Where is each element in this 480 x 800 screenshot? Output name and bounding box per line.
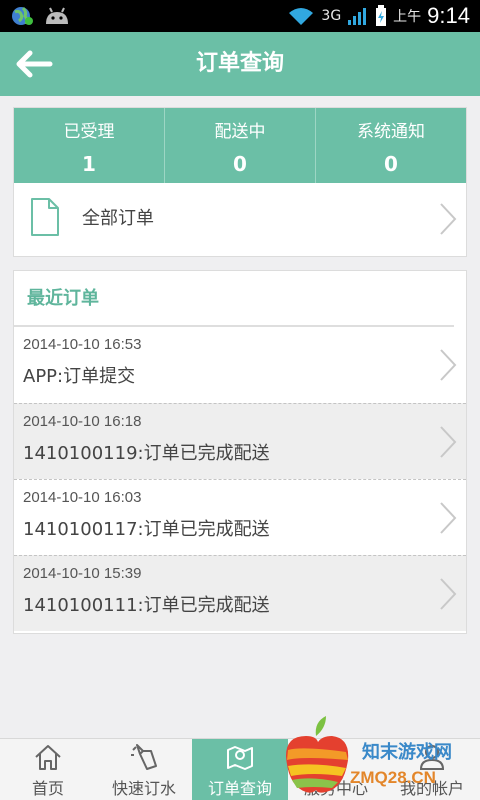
stat-accepted[interactable]: 已受理 1 [14, 108, 165, 183]
order-time: 2014-10-10 16:53 [23, 336, 142, 353]
stat-label: 系统通知 [357, 122, 425, 142]
order-item[interactable]: 2014-10-10 16:03 1410100117:订单已完成配送 [14, 479, 466, 555]
watermark-brand: 知末游戏网 [362, 742, 452, 763]
stat-label: 已受理 [63, 122, 115, 142]
nav-label: 首页 [31, 779, 64, 798]
nav-quick-order[interactable]: 快速订水 [96, 739, 192, 800]
chevron-right-icon [440, 426, 457, 458]
order-summary-card: 已受理 1 配送中 0 系统通知 0 全部订单 [13, 107, 467, 257]
stat-count: 0 [233, 152, 247, 176]
recent-orders-card: 最近订单 2014-10-10 16:53 APP:订单提交 2014-10-1… [13, 270, 467, 634]
home-icon [35, 745, 61, 770]
all-orders-label: 全部订单 [82, 208, 154, 229]
order-time: 2014-10-10 15:39 [23, 565, 142, 582]
status-bar: 3G 上午 9:14 [0, 0, 480, 32]
wifi-icon [289, 8, 314, 25]
clock: 9:14 [427, 3, 470, 28]
nav-home[interactable]: 首页 [0, 739, 96, 800]
order-time: 2014-10-10 16:18 [23, 413, 142, 430]
order-description: 1410100111:订单已完成配送 [23, 595, 270, 616]
network-type-label: 3G [321, 8, 342, 24]
stat-delivering[interactable]: 配送中 0 [165, 108, 316, 183]
order-description: 1410100117:订单已完成配送 [23, 519, 270, 540]
water-bottle-icon [131, 744, 157, 770]
nav-label: 快速订水 [111, 779, 176, 798]
chevron-right-icon [440, 203, 457, 235]
stat-system-notice[interactable]: 系统通知 0 [316, 108, 466, 183]
stat-count: 1 [82, 152, 96, 176]
watermark-domain: ZMQ28.CN [350, 768, 436, 787]
map-pin-icon [227, 746, 253, 770]
android-icon [46, 7, 68, 24]
globe-icon [12, 6, 33, 25]
order-description: 1410100119:订单已完成配送 [23, 443, 270, 464]
signal-icon [348, 8, 367, 25]
recent-orders-title: 最近订单 [14, 271, 454, 327]
order-item[interactable]: 2014-10-10 16:53 APP:订单提交 [14, 327, 466, 403]
chevron-right-icon [440, 349, 457, 381]
nav-label: 订单查询 [207, 779, 272, 798]
time-period-label: 上午 [393, 9, 422, 25]
order-item[interactable]: 2014-10-10 16:18 1410100119:订单已完成配送 [14, 403, 466, 479]
stat-label: 配送中 [214, 122, 266, 142]
stat-count: 0 [384, 152, 398, 176]
chevron-right-icon [440, 578, 457, 610]
order-item[interactable]: 2014-10-10 15:39 1410100111:订单已完成配送 [14, 555, 466, 631]
order-description: APP:订单提交 [23, 366, 136, 387]
page-title: 订单查询 [195, 51, 284, 76]
chevron-right-icon [440, 502, 457, 534]
order-status-stats: 已受理 1 配送中 0 系统通知 0 [14, 108, 466, 183]
title-bar: 订单查询 [0, 32, 480, 96]
battery-icon [376, 5, 387, 26]
order-time: 2014-10-10 16:03 [23, 489, 142, 506]
document-icon [31, 198, 59, 236]
all-orders-row[interactable]: 全部订单 [14, 183, 466, 257]
nav-order-query[interactable]: 订单查询 [192, 739, 288, 800]
